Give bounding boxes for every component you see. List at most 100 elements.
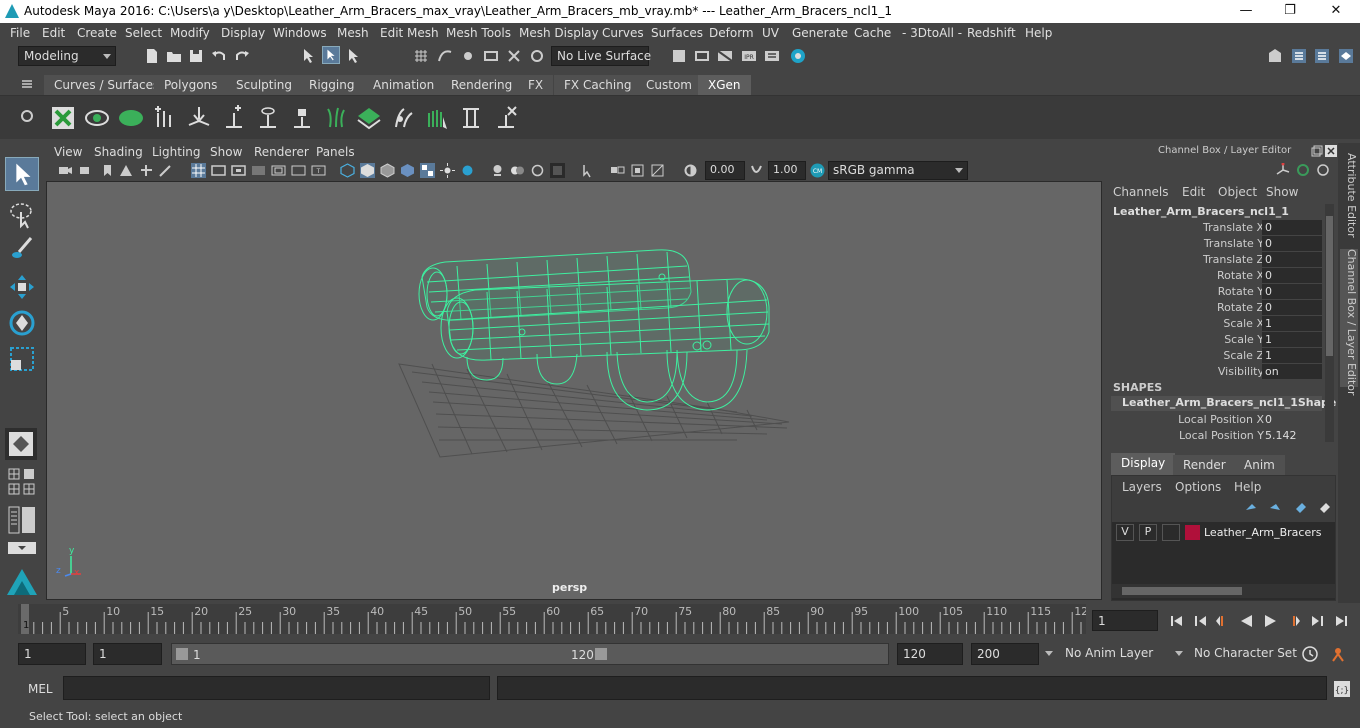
script-editor-icon[interactable]: {;} bbox=[1333, 680, 1351, 698]
scene-end-field[interactable]: 200 bbox=[971, 643, 1039, 665]
tab-xgen[interactable]: XGen bbox=[698, 75, 751, 95]
save-scene-icon[interactable] bbox=[187, 47, 205, 65]
tab-custom[interactable]: Custom bbox=[636, 75, 702, 95]
layer-tab-render[interactable]: Render bbox=[1173, 455, 1236, 475]
color-management-icon[interactable]: CM bbox=[809, 162, 826, 179]
go-to-start-icon[interactable] bbox=[1168, 612, 1186, 630]
selected-object-name[interactable]: Leather_Arm_Bracers_ncl1_1 bbox=[1113, 205, 1289, 218]
layer-hscrollbar[interactable] bbox=[1112, 584, 1335, 598]
float-panel-icon[interactable] bbox=[1311, 145, 1323, 157]
snap-point-icon[interactable] bbox=[459, 47, 477, 65]
select-tool-icon[interactable] bbox=[5, 157, 39, 191]
snap-view-plane-icon[interactable] bbox=[482, 47, 500, 65]
bookmarks-icon[interactable] bbox=[100, 163, 115, 178]
play-backwards-icon[interactable] bbox=[1238, 612, 1256, 630]
grid-toggle-icon[interactable] bbox=[191, 163, 206, 178]
panel-menu-show[interactable]: Show bbox=[210, 145, 242, 159]
tab-fx[interactable]: FX bbox=[518, 75, 554, 95]
menu-create[interactable]: Create bbox=[77, 26, 117, 40]
symmetry-icon[interactable] bbox=[528, 47, 546, 65]
xgen-add-guides-icon[interactable] bbox=[150, 105, 178, 131]
shelf-settings-gear-icon[interactable] bbox=[19, 108, 35, 124]
scene-start-field[interactable]: 1 bbox=[18, 643, 86, 665]
menu-edit-mesh[interactable]: Edit Mesh bbox=[380, 26, 439, 40]
layer-row[interactable]: V P Leather_Arm_Bracers bbox=[1116, 524, 1326, 542]
wireframe-icon[interactable] bbox=[340, 163, 355, 178]
scrollbar-thumb[interactable] bbox=[1326, 216, 1333, 356]
channel-row[interactable]: Scale X1 bbox=[1106, 316, 1322, 332]
layer-playback-toggle[interactable]: P bbox=[1139, 524, 1157, 541]
step-forward-frame-icon[interactable] bbox=[1284, 612, 1302, 630]
xgen-guide-visibility-icon[interactable] bbox=[254, 105, 282, 131]
layer-name[interactable]: Leather_Arm_Bracers bbox=[1204, 526, 1321, 539]
channel-row[interactable]: Visibility on bbox=[1106, 364, 1322, 380]
perspective-viewport[interactable]: y z x persp bbox=[46, 181, 1102, 600]
move-tool-icon[interactable] bbox=[7, 272, 37, 302]
speed-icon[interactable] bbox=[1296, 163, 1310, 177]
tab-polygons[interactable]: Polygons bbox=[154, 75, 228, 95]
channel-row[interactable]: Rotate X0 bbox=[1106, 268, 1322, 284]
field-chart-icon[interactable] bbox=[271, 163, 286, 178]
side-tab-channel-box[interactable]: Channel Box / Layer Editor bbox=[1340, 249, 1358, 396]
rotate-tool-icon[interactable] bbox=[7, 308, 37, 338]
xgen-grass-guides-icon[interactable] bbox=[322, 105, 350, 131]
menu-3dtoall[interactable]: - 3DtoAll - bbox=[902, 26, 962, 40]
auto-key-icon[interactable] bbox=[1301, 645, 1319, 663]
channel-value[interactable]: 0 bbox=[1262, 252, 1322, 267]
image-plane-icon[interactable] bbox=[119, 163, 134, 178]
channel-value[interactable]: 0 bbox=[1262, 268, 1322, 283]
cb-menu-channels[interactable]: Channels bbox=[1113, 185, 1169, 199]
persp-outliner-layout-icon[interactable] bbox=[23, 468, 35, 480]
gamma-field[interactable]: 1.00 bbox=[768, 161, 806, 180]
play-forwards-icon[interactable] bbox=[1261, 612, 1279, 630]
channel-value[interactable]: 5.142 bbox=[1262, 428, 1322, 443]
layer-color-swatch[interactable] bbox=[1185, 525, 1200, 540]
channel-row[interactable]: Local Position Y 5.142 bbox=[1106, 428, 1322, 444]
wireframe-on-shaded-icon[interactable] bbox=[380, 163, 395, 178]
grease-pencil-icon[interactable] bbox=[158, 163, 173, 178]
xgen-add-guide-icon[interactable] bbox=[220, 105, 248, 131]
persp-graph-layout-icon[interactable] bbox=[8, 483, 20, 495]
gate-mask-icon[interactable] bbox=[251, 163, 266, 178]
ipr-render-icon[interactable]: IPR bbox=[740, 47, 758, 65]
select-by-object-icon[interactable] bbox=[322, 46, 340, 64]
menu-mesh-tools[interactable]: Mesh Tools bbox=[446, 26, 511, 40]
redo-icon[interactable] bbox=[233, 47, 251, 65]
xgen-delete-guides-icon[interactable] bbox=[492, 105, 520, 131]
tab-animation[interactable]: Animation bbox=[363, 75, 445, 95]
xgen-lock-guides-icon[interactable] bbox=[288, 105, 316, 131]
shelf-menu-icon[interactable] bbox=[19, 76, 35, 92]
lasso-tool-icon[interactable] bbox=[7, 200, 37, 230]
single-view-layout-icon[interactable] bbox=[5, 428, 37, 460]
live-surface-field[interactable]: No Live Surface bbox=[551, 46, 651, 66]
cb-menu-edit[interactable]: Edit bbox=[1182, 185, 1205, 199]
render-current-frame-icon[interactable] bbox=[693, 47, 711, 65]
channel-row[interactable]: Translate Z0 bbox=[1106, 252, 1322, 268]
current-frame-field[interactable]: 1 bbox=[1092, 610, 1158, 631]
channel-value[interactable]: 0 bbox=[1262, 284, 1322, 299]
safe-action-icon[interactable] bbox=[291, 163, 306, 178]
tool-settings-toggle-icon[interactable] bbox=[1313, 47, 1331, 65]
menu-modify[interactable]: Modify bbox=[170, 26, 210, 40]
menu-deform[interactable]: Deform bbox=[709, 26, 754, 40]
channel-value[interactable]: 0 bbox=[1262, 300, 1322, 315]
camera-attributes-icon[interactable] bbox=[79, 163, 94, 178]
channel-value[interactable]: 0 bbox=[1262, 220, 1322, 235]
undo-icon[interactable] bbox=[210, 47, 228, 65]
layer-type-toggle[interactable] bbox=[1162, 524, 1180, 541]
gamma-icon[interactable] bbox=[749, 163, 764, 178]
snap-live-icon[interactable] bbox=[505, 47, 523, 65]
xray-icon[interactable] bbox=[580, 163, 595, 178]
xray-components-icon[interactable] bbox=[630, 163, 645, 178]
playback-start-field[interactable]: 1 bbox=[93, 643, 162, 665]
shape-row[interactable]: Leather_Arm_Bracers_ncl1_1Shape bbox=[1111, 396, 1336, 411]
channel-row[interactable]: Local Position X0 bbox=[1106, 412, 1322, 428]
layer-tab-anim[interactable]: Anim bbox=[1234, 455, 1285, 475]
channel-row[interactable]: Translate X0 bbox=[1106, 220, 1322, 236]
panel-menu-panels[interactable]: Panels bbox=[316, 145, 355, 159]
scene-canvas[interactable] bbox=[47, 182, 1101, 599]
backface-culling-icon[interactable] bbox=[650, 163, 665, 178]
xgen-place-guide-icon[interactable] bbox=[185, 105, 213, 131]
resolution-gate-icon[interactable] bbox=[231, 163, 246, 178]
textured-icon[interactable] bbox=[400, 163, 415, 178]
